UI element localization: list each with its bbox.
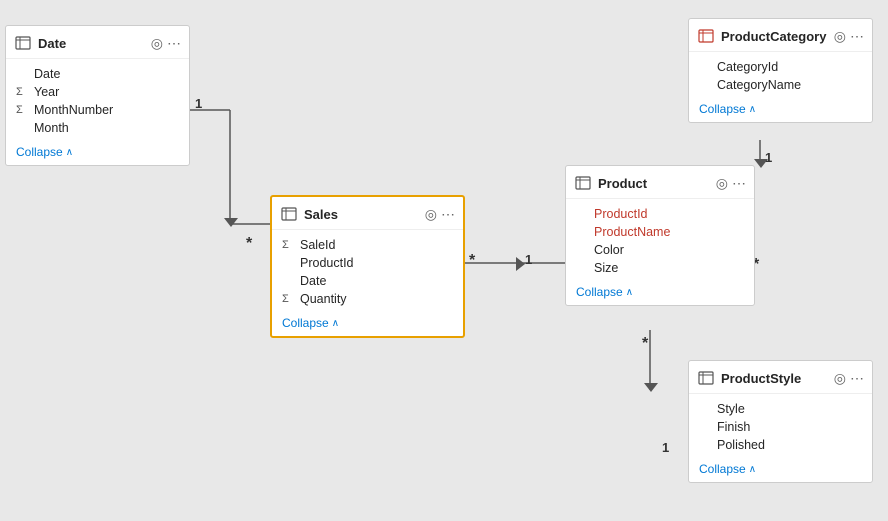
productcategory-collapse-btn[interactable]: Collapse ∧ — [689, 98, 766, 122]
sigma-icon-monthnumber: Σ — [16, 104, 30, 116]
field-date-label: Date — [34, 67, 60, 81]
productstyle-table-header: ProductStyle ◎ ⋯ — [689, 361, 872, 394]
productcategory-table-header: ProductCategory ◎ ⋯ — [689, 19, 872, 52]
date-table-header: Date ◎ ⋯ — [6, 26, 189, 59]
field-saleid-label: SaleId — [300, 238, 335, 252]
productstyle-eye-icon[interactable]: ◎ — [834, 371, 846, 385]
productstyle-collapse-btn[interactable]: Collapse ∧ — [689, 458, 766, 482]
productstyle-table-title: ProductStyle — [721, 371, 828, 386]
field-categoryid: CategoryId — [689, 58, 872, 76]
field-monthnumber: Σ MonthNumber — [6, 101, 189, 119]
productcategory-table-icon — [697, 27, 715, 45]
productstyle-collapse-chevron: ∧ — [749, 464, 756, 475]
field-product-productname-label: ProductName — [594, 225, 670, 239]
sales-table: Sales ◎ ⋯ Σ SaleId ProductId Date Σ Quan… — [270, 195, 465, 338]
field-year: Σ Year — [6, 83, 189, 101]
field-finish-label: Finish — [717, 420, 750, 434]
date-table-icon — [14, 34, 32, 52]
field-product-size: Size — [566, 259, 754, 277]
sales-collapse-chevron: ∧ — [332, 318, 339, 329]
field-quantity-label: Quantity — [300, 292, 347, 306]
date-collapse-btn[interactable]: Collapse ∧ — [6, 141, 83, 165]
field-sales-date: Date — [272, 272, 463, 290]
sales-table-icon — [280, 205, 298, 223]
sales-more-icon[interactable]: ⋯ — [441, 207, 455, 221]
product-table-icon — [574, 174, 592, 192]
field-categoryname: CategoryName — [689, 76, 872, 94]
sales-fields: Σ SaleId ProductId Date Σ Quantity — [272, 230, 463, 312]
field-year-label: Year — [34, 85, 59, 99]
field-polished: Polished — [689, 436, 872, 454]
productstyle-fields: Style Finish Polished — [689, 394, 872, 458]
field-categoryid-label: CategoryId — [717, 60, 778, 74]
productcategory-collapse-chevron: ∧ — [749, 104, 756, 115]
product-table-header: Product ◎ ⋯ — [566, 166, 754, 199]
field-productid: ProductId — [272, 254, 463, 272]
date-more-icon[interactable]: ⋯ — [167, 36, 181, 50]
field-product-color-label: Color — [594, 243, 624, 257]
productcategory-collapse-label: Collapse — [699, 102, 746, 116]
product-collapse-chevron: ∧ — [626, 287, 633, 298]
sigma-icon-saleid: Σ — [282, 239, 296, 251]
sigma-icon-year: Σ — [16, 86, 30, 98]
productcategory-table: ProductCategory ◎ ⋯ CategoryId CategoryN… — [688, 18, 873, 123]
field-polished-label: Polished — [717, 438, 765, 452]
product-table-title: Product — [598, 176, 710, 191]
date-table: Date ◎ ⋯ Date Σ Year Σ MonthNumber Month… — [5, 25, 190, 166]
field-month: Month — [6, 119, 189, 137]
field-productid-label: ProductId — [300, 256, 354, 270]
product-collapse-btn[interactable]: Collapse ∧ — [566, 281, 643, 305]
date-collapse-chevron: ∧ — [66, 147, 73, 158]
field-categoryname-label: CategoryName — [717, 78, 801, 92]
sigma-icon-quantity: Σ — [282, 293, 296, 305]
sales-table-header: Sales ◎ ⋯ — [272, 197, 463, 230]
field-quantity: Σ Quantity — [272, 290, 463, 308]
field-product-productname: ProductName — [566, 223, 754, 241]
productcategory-table-title: ProductCategory — [721, 29, 828, 44]
date-fields: Date Σ Year Σ MonthNumber Month — [6, 59, 189, 141]
field-date: Date — [6, 65, 189, 83]
productstyle-more-icon[interactable]: ⋯ — [850, 371, 864, 385]
productcategory-fields: CategoryId CategoryName — [689, 52, 872, 98]
sales-collapse-btn[interactable]: Collapse ∧ — [272, 312, 349, 336]
productstyle-table: ProductStyle ◎ ⋯ Style Finish Polished C… — [688, 360, 873, 483]
field-product-size-label: Size — [594, 261, 618, 275]
product-more-icon[interactable]: ⋯ — [732, 176, 746, 190]
sales-collapse-label: Collapse — [282, 316, 329, 330]
field-style: Style — [689, 400, 872, 418]
field-finish: Finish — [689, 418, 872, 436]
productstyle-collapse-label: Collapse — [699, 462, 746, 476]
date-collapse-label: Collapse — [16, 145, 63, 159]
sales-eye-icon[interactable]: ◎ — [425, 207, 437, 221]
productcategory-eye-icon[interactable]: ◎ — [834, 29, 846, 43]
field-monthnumber-label: MonthNumber — [34, 103, 113, 117]
field-product-productid: ProductId — [566, 205, 754, 223]
field-sales-date-label: Date — [300, 274, 326, 288]
field-style-label: Style — [717, 402, 745, 416]
product-collapse-label: Collapse — [576, 285, 623, 299]
sales-table-title: Sales — [304, 207, 419, 222]
productstyle-table-icon — [697, 369, 715, 387]
product-eye-icon[interactable]: ◎ — [716, 176, 728, 190]
field-product-productid-label: ProductId — [594, 207, 648, 221]
product-fields: ProductId ProductName Color Size — [566, 199, 754, 281]
date-eye-icon[interactable]: ◎ — [151, 36, 163, 50]
product-table: Product ◎ ⋯ ProductId ProductName Color … — [565, 165, 755, 306]
field-product-color: Color — [566, 241, 754, 259]
field-month-label: Month — [34, 121, 69, 135]
field-saleid: Σ SaleId — [272, 236, 463, 254]
productcategory-more-icon[interactable]: ⋯ — [850, 29, 864, 43]
date-table-title: Date — [38, 36, 145, 51]
